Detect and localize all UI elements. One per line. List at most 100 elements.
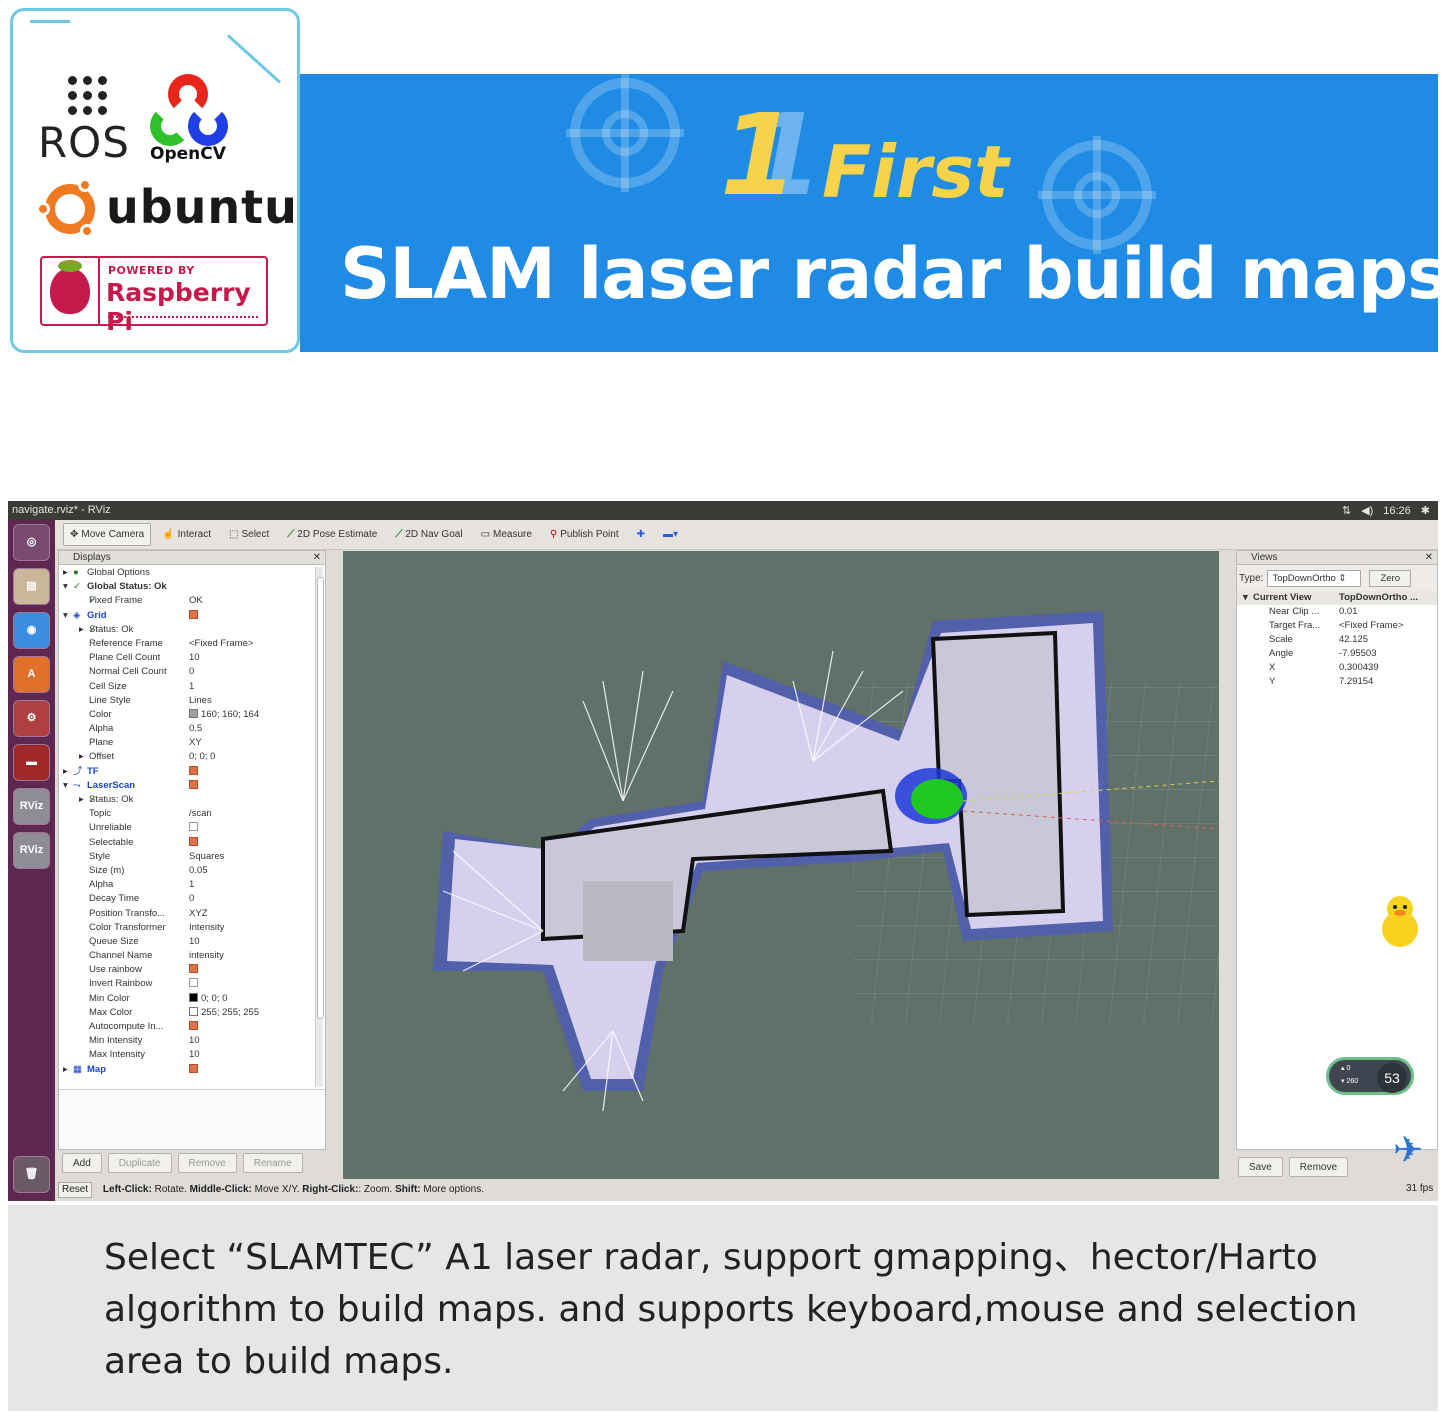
display-row[interactable]: Selectable (59, 836, 317, 850)
view-property-row[interactable]: Y 7.29154 (1237, 675, 1437, 689)
save-view-button[interactable]: Save (1238, 1157, 1283, 1177)
property-value[interactable]: 255; 255; 255 (189, 1006, 259, 1020)
interact-tool[interactable]: ☝ Interact (155, 523, 218, 546)
remove-tool-button[interactable]: ▬▾ (656, 523, 685, 546)
checkbox[interactable] (189, 836, 198, 846)
measure-tool[interactable]: ▭ Measure (474, 523, 539, 546)
expand-arrow-icon[interactable]: ▾ (63, 580, 68, 594)
display-row[interactable]: Position Transfo... XYZ (59, 907, 317, 921)
expand-arrow-icon[interactable]: ▸ (79, 793, 84, 807)
publish-point-tool[interactable]: ⚲ Publish Point (543, 523, 626, 546)
display-row[interactable]: Reference Frame <Fixed Frame> (59, 637, 317, 651)
display-row[interactable]: Line Style Lines (59, 694, 317, 708)
property-value[interactable]: Lines (189, 694, 212, 708)
color-swatch[interactable] (189, 992, 198, 1002)
expand-arrow-icon[interactable]: ▸ (63, 765, 68, 779)
zero-button[interactable]: Zero (1369, 569, 1412, 587)
property-value[interactable]: 0 (189, 892, 194, 906)
current-view-row[interactable]: ▾ Current View TopDownOrtho ... (1237, 591, 1437, 605)
display-row[interactable]: Plane XY (59, 736, 317, 750)
3d-viewport[interactable] (343, 551, 1219, 1179)
display-row[interactable]: ▾ ⤳ LaserScan (59, 779, 317, 793)
reset-button[interactable]: Reset (58, 1182, 93, 1198)
rename-display-button[interactable]: Rename (242, 1153, 303, 1173)
checkbox[interactable] (189, 779, 198, 789)
property-value[interactable]: 0.5 (189, 722, 202, 736)
view-property-row[interactable]: Angle -7.95503 (1237, 647, 1437, 661)
property-value[interactable] (189, 779, 198, 793)
property-value[interactable] (189, 963, 198, 977)
display-row[interactable]: Decay Time 0 (59, 892, 317, 906)
property-value[interactable] (189, 1020, 198, 1034)
display-row[interactable]: ▾ ◈ Grid (59, 609, 317, 623)
property-value[interactable]: intensity (189, 949, 224, 963)
trash-icon[interactable]: 🗑 (13, 1156, 50, 1193)
checkbox[interactable] (189, 978, 198, 988)
property-value[interactable] (189, 836, 198, 850)
property-value[interactable]: Squares (189, 850, 224, 864)
volume-icon[interactable]: ◀) (1361, 504, 1373, 517)
terminal-icon[interactable]: ▬ (13, 744, 50, 781)
display-row[interactable]: ▾ ✓ Global Status: Ok (59, 580, 317, 594)
display-row[interactable]: Min Intensity 10 (59, 1034, 317, 1048)
rviz-app-icon[interactable]: RViz (13, 832, 50, 869)
display-row[interactable]: Channel Name intensity (59, 949, 317, 963)
display-row[interactable]: Size (m) 0.05 (59, 864, 317, 878)
display-row[interactable]: ▸ ⤴ TF (59, 765, 317, 779)
property-value[interactable]: 0; 0; 0 (189, 750, 215, 764)
view-property-row[interactable]: Scale 42.125 (1237, 633, 1437, 647)
expand-arrow-icon[interactable]: ▸ (79, 750, 84, 764)
pose-estimate-tool[interactable]: ⟋ 2D Pose Estimate (280, 523, 384, 546)
expand-arrow-icon[interactable]: ▸ (79, 623, 84, 637)
settings-icon[interactable]: ⚙ (13, 700, 50, 737)
display-row[interactable]: Normal Cell Count 0 (59, 665, 317, 679)
display-row[interactable]: Topic/scan (59, 807, 317, 821)
display-row[interactable]: ▸ ▦ Map (59, 1063, 317, 1077)
display-row[interactable]: ▸ ● Global Options (59, 566, 317, 580)
display-row[interactable]: Color 160; 160; 164 (59, 708, 317, 722)
expand-arrow-icon[interactable]: ▾ (1243, 591, 1248, 605)
network-icon[interactable]: ⇅ (1342, 504, 1351, 517)
view-property-row[interactable]: X 0.300439 (1237, 661, 1437, 675)
add-display-button[interactable]: Add (62, 1153, 102, 1173)
display-row[interactable]: Max Intensity 10 (59, 1048, 317, 1062)
property-value[interactable] (189, 821, 198, 835)
files-icon[interactable]: ▤ (13, 568, 50, 605)
property-value[interactable]: 1 (189, 878, 194, 892)
property-value[interactable]: 10 (189, 1048, 200, 1062)
display-row[interactable]: ▸ ✓ Status: Ok (59, 623, 317, 637)
remove-view-button[interactable]: Remove (1288, 1157, 1349, 1177)
network-speed-widget[interactable]: ▴ 0 ▾ 260 53 (1326, 1057, 1414, 1095)
property-value[interactable]: XY (189, 736, 202, 750)
close-icon[interactable]: ✕ (1425, 551, 1433, 565)
property-value[interactable]: OK (189, 594, 203, 608)
display-row[interactable]: ▸ ✓ Status: Ok (59, 793, 317, 807)
display-row[interactable]: Style Squares (59, 850, 317, 864)
property-value[interactable] (189, 977, 198, 991)
checkbox[interactable] (189, 964, 198, 974)
gear-icon[interactable]: ✱ (1421, 504, 1430, 517)
dash-icon[interactable]: ◎ (13, 524, 50, 561)
checkbox[interactable] (189, 1063, 198, 1073)
expand-arrow-icon[interactable]: ▾ (63, 609, 68, 623)
display-row[interactable]: Use rainbow (59, 963, 317, 977)
display-row[interactable]: Invert Rainbow (59, 977, 317, 991)
color-swatch[interactable] (189, 1006, 198, 1016)
checkbox[interactable] (189, 765, 198, 775)
property-value[interactable] (189, 609, 198, 623)
property-value[interactable]: /scan (189, 807, 212, 821)
property-value[interactable] (189, 1063, 198, 1077)
display-row[interactable]: Queue Size 10 (59, 935, 317, 949)
expand-arrow-icon[interactable]: ▸ (63, 1063, 68, 1077)
property-value[interactable]: 10 (189, 651, 200, 665)
software-center-icon[interactable]: A (13, 656, 50, 693)
expand-arrow-icon[interactable]: ▸ (63, 566, 68, 580)
close-icon[interactable]: ✕ (313, 551, 321, 565)
display-row[interactable]: Min Color 0; 0; 0 (59, 992, 317, 1006)
property-value[interactable]: 0 (189, 665, 194, 679)
property-value[interactable]: 10 (189, 935, 200, 949)
property-value[interactable]: 1 (189, 680, 194, 694)
property-value[interactable]: 160; 160; 164 (189, 708, 259, 722)
display-row[interactable]: Plane Cell Count 10 (59, 651, 317, 665)
vertical-scrollbar[interactable] (315, 567, 324, 1087)
